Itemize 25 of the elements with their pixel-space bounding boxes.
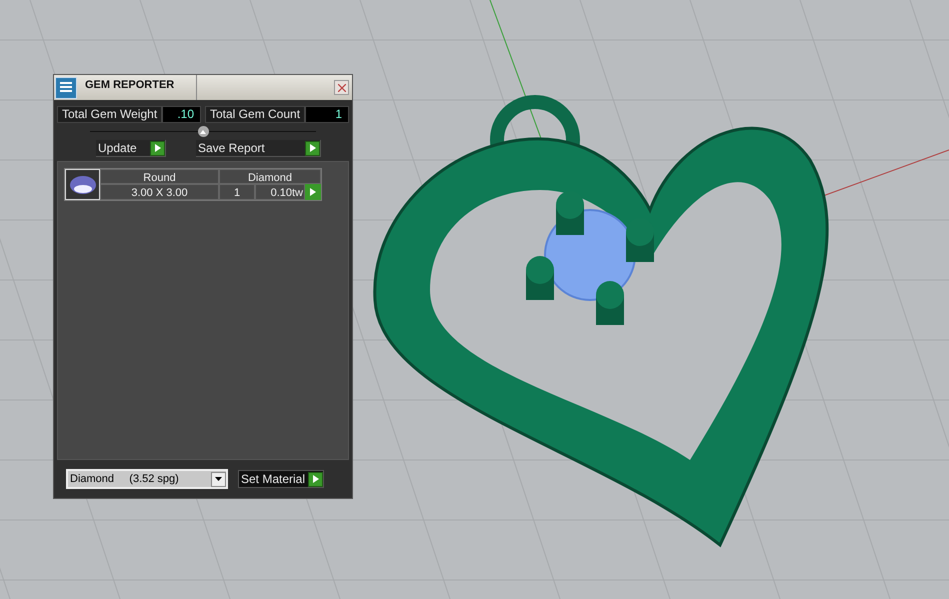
action-button[interactable]: Save Report	[196, 140, 321, 157]
material-select[interactable]: Diamond (3.52 spg)	[66, 469, 228, 489]
play-icon	[310, 188, 316, 196]
gem-thumbnail	[65, 169, 100, 200]
gem-size: 3.00 X 3.00	[100, 184, 219, 200]
set-material-button[interactable]: Set Material	[238, 470, 324, 488]
gem-shape: Round	[100, 169, 219, 184]
total-value: 1	[305, 106, 349, 123]
total-label: Total Gem Weight	[57, 106, 162, 123]
app-icon	[55, 76, 77, 98]
play-icon	[308, 472, 324, 486]
window-title: GEM REPORTER	[85, 75, 197, 100]
action-button[interactable]: Update	[96, 140, 166, 157]
gem-weight: 0.10tw	[255, 184, 305, 200]
total-label: Total Gem Count	[205, 106, 306, 123]
gem-action-button[interactable]	[305, 184, 321, 200]
close-icon	[338, 84, 346, 92]
play-icon	[150, 140, 165, 156]
gem-count: 1	[219, 184, 255, 200]
collapse-icon[interactable]	[198, 126, 208, 137]
gem-material: Diamond	[219, 169, 321, 184]
dropdown-icon	[211, 472, 226, 486]
close-button[interactable]	[334, 80, 349, 95]
total-value: .10	[162, 106, 201, 123]
play-icon	[305, 140, 320, 156]
